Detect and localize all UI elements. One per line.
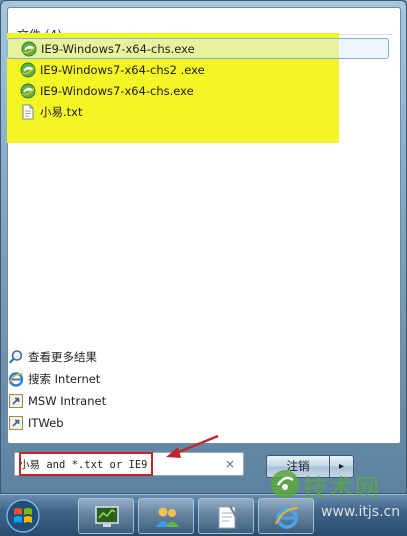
file-results-list: IE9-Windows7-x64-chs.exe IE9-Windows7-x6… — [7, 38, 389, 122]
file-label: IE9-Windows7-x64-chs.exe — [40, 83, 194, 98]
file-label: 小易.txt — [40, 104, 83, 119]
taskbar-button[interactable] — [138, 498, 194, 534]
shortcut-icon — [9, 416, 23, 430]
file-result-item[interactable]: IE9-Windows7-x64-chs2 .exe — [7, 59, 389, 80]
more-options-list: 查看更多结果 搜索 Internet MSW Intranet ITWeb — [8, 346, 386, 434]
power-options-button[interactable]: ▸ — [330, 455, 354, 478]
option-label: 查看更多结果 — [28, 350, 97, 364]
text-file-icon — [22, 104, 34, 119]
taskbar — [0, 494, 407, 536]
ie-installer-icon — [21, 41, 37, 56]
option-label: MSW Intranet — [28, 394, 107, 408]
magnifier-icon — [9, 350, 23, 364]
option-label: 搜索 Internet — [28, 372, 101, 386]
search-internet-link[interactable]: 搜索 Internet — [8, 368, 386, 390]
logoff-button[interactable]: 注销 — [266, 455, 330, 478]
file-label: IE9-Windows7-x64-chs2 .exe — [40, 62, 205, 77]
ie-installer-icon — [20, 62, 36, 77]
internet-explorer-icon — [8, 372, 24, 387]
notepad-app-icon — [218, 505, 238, 529]
option-label: ITWeb — [28, 416, 64, 430]
taskbar-button[interactable] — [78, 498, 134, 534]
taskbar-button[interactable] — [258, 498, 314, 534]
file-result-item[interactable]: IE9-Windows7-x64-chs.exe — [7, 80, 389, 101]
windows-start-icon[interactable] — [3, 498, 43, 534]
file-label: IE9-Windows7-x64-chs.exe — [41, 41, 195, 56]
users-app-icon — [156, 507, 179, 527]
clear-search-icon[interactable]: × — [223, 456, 237, 472]
taskbar-button[interactable] — [198, 498, 254, 534]
annotation-arrow-icon — [166, 434, 219, 458]
see-more-results-link[interactable]: 查看更多结果 — [8, 346, 386, 368]
shortcut-icon — [9, 394, 23, 408]
file-result-item[interactable]: IE9-Windows7-x64-chs.exe — [7, 38, 389, 59]
ie-installer-icon — [20, 83, 36, 98]
msw-intranet-link[interactable]: MSW Intranet — [8, 390, 386, 412]
internet-explorer-icon — [275, 507, 299, 529]
monitor-app-icon — [95, 506, 119, 527]
file-result-item[interactable]: 小易.txt — [7, 101, 389, 122]
